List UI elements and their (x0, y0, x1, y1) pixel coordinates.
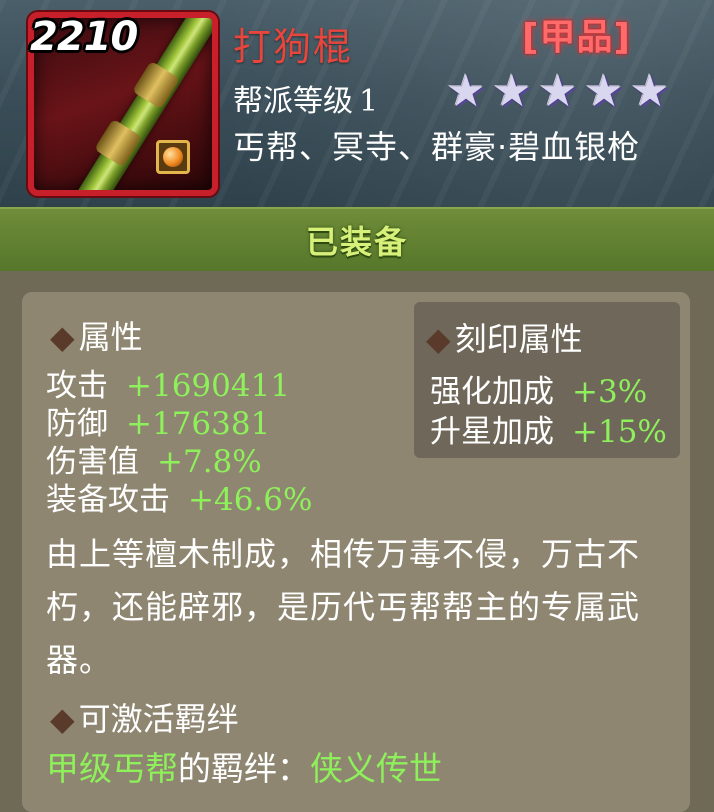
sect-list: 丐帮、冥寺、群豪·碧血银枪 (233, 128, 641, 166)
imprint-box: ◆ 刻印属性 强化加成 +3% 升星加成 +15% (414, 302, 680, 458)
imprint-row-enhance: 强化加成 +3% (430, 366, 647, 411)
item-name: 打狗棍 (233, 25, 354, 69)
star-icon: ★ (492, 66, 532, 117)
bond-source[interactable]: 甲级丐帮 (46, 749, 178, 788)
bond-heading: ◆ 可激活羁绊 (50, 700, 239, 738)
stat-value: +3% (572, 374, 648, 410)
bond-line: 甲级丐帮的羁绊：侠义传世 (46, 742, 442, 790)
star-icon: ★ (584, 66, 624, 117)
gem-slot-icon[interactable] (156, 140, 190, 174)
stat-label: 升星加成 (430, 414, 554, 450)
item-level: 2210 (30, 14, 138, 60)
equipped-label: 已装备 (305, 223, 408, 261)
bond-middle: 的羁绊： (178, 749, 310, 788)
star-rating: ★ ★ ★ ★ ★ (444, 70, 672, 114)
imprint-row-star: 升星加成 +15% (430, 406, 667, 451)
diamond-bullet-icon: ◆ (50, 318, 75, 356)
bond-name[interactable]: 侠义传世 (310, 749, 442, 788)
guild-level-value: 1 (359, 84, 379, 119)
stat-label: 强化加成 (430, 374, 554, 410)
stat-value: +46.6% (188, 482, 313, 518)
grade-tag: [甲品] (522, 17, 631, 58)
diamond-bullet-icon: ◆ (50, 700, 75, 738)
item-header: 2210 打狗棍 [甲品] 帮派等级 1 ★ ★ ★ ★ ★ 丐帮、冥寺、群豪·碧… (0, 0, 714, 207)
guild-level-label: 帮派等级 (233, 84, 353, 119)
detail-panel: ◆ 属性 攻击 +1690411 防御 +176381 伤害值 +7.8% 装备攻击 +4… (22, 292, 690, 812)
stat-label: 装备攻击 (46, 482, 170, 518)
attributes-heading: ◆ 属性 (50, 318, 143, 356)
stat-row-equip-attack: 装备攻击 +46.6% (46, 474, 312, 519)
diamond-bullet-icon: ◆ (426, 320, 451, 358)
equipped-status-bar[interactable]: 已装备 (0, 207, 714, 271)
item-description: 由上等檀木制成，相传万毒不侵，万古不朽，还能辟邪，是历代丐帮帮主的专属武器。 (46, 535, 641, 679)
star-icon: ★ (630, 66, 670, 117)
star-icon: ★ (446, 66, 486, 117)
stat-value: +15% (572, 414, 667, 450)
imprint-heading: ◆ 刻印属性 (426, 320, 583, 358)
guild-level: 帮派等级 1 (233, 76, 378, 120)
star-icon: ★ (538, 66, 578, 117)
